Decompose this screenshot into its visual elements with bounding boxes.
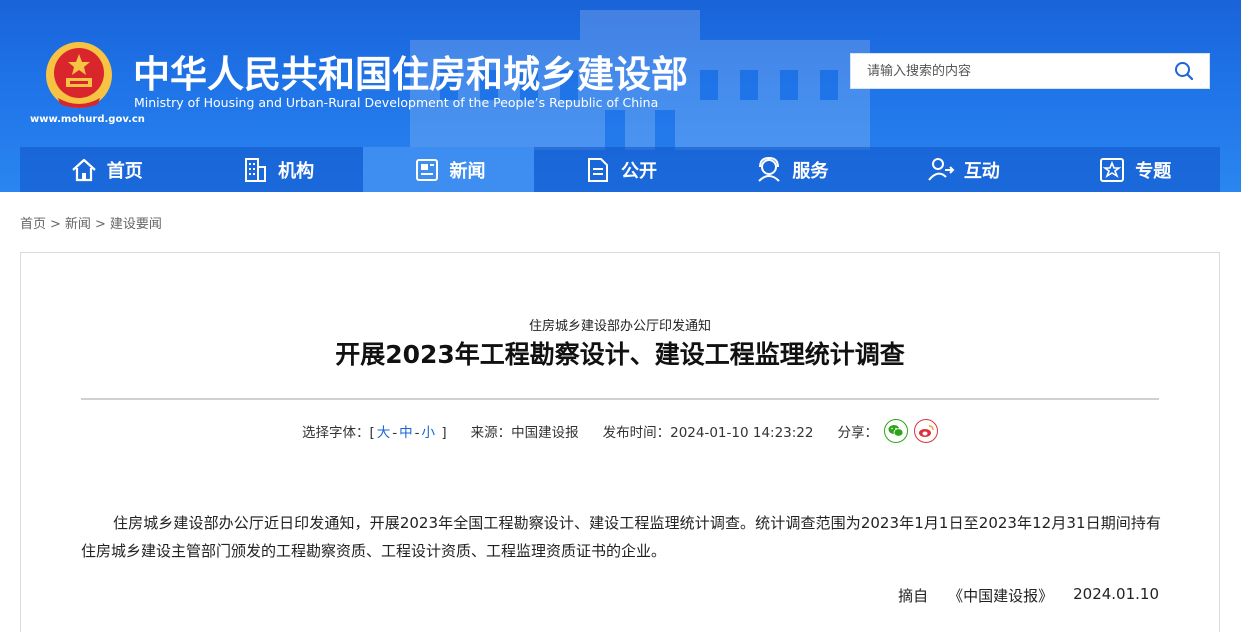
wechat-icon	[888, 425, 904, 437]
search-button[interactable]	[1159, 54, 1209, 88]
site-domain: www.mohurd.gov.cn	[30, 114, 145, 125]
breadcrumb-construction-news[interactable]: 建设要闻	[110, 217, 162, 232]
nav-item-service[interactable]: 服务	[706, 147, 877, 192]
weibo-icon	[919, 425, 934, 437]
document-icon	[587, 157, 608, 182]
font-close: ]	[441, 425, 447, 441]
site-header: www.mohurd.gov.cn 中华人民共和国住房和城乡建设部 Minist…	[0, 0, 1241, 192]
nav-label: 首页	[106, 160, 143, 182]
share-weibo-button[interactable]	[914, 419, 938, 443]
nav-label: 公开	[620, 160, 657, 182]
interact-icon	[928, 157, 955, 181]
nav-label: 服务	[792, 160, 829, 182]
share-label: 分享：	[837, 425, 879, 441]
excerpt-label: 摘自	[898, 587, 929, 605]
breadcrumb-news[interactable]: 新闻	[65, 217, 91, 232]
nav-label: 专题	[1135, 160, 1172, 182]
building-icon	[245, 157, 267, 182]
article-publish-time: 发布时间：2024-01-10 14:23:22	[602, 425, 814, 441]
font-medium-link[interactable]: 中	[399, 425, 413, 441]
nav-item-home[interactable]: 首页	[20, 147, 191, 192]
article-body: 住房城乡建设部办公厅近日印发通知，开展2023年全国工程勘察设计、建设工程监理统…	[81, 514, 1161, 560]
share-wechat-button[interactable]	[884, 419, 908, 443]
breadcrumb-home[interactable]: 首页	[20, 217, 46, 232]
article-source: 来源：中国建设报	[470, 425, 579, 441]
article-subtitle: 住房城乡建设部办公厅印发通知	[528, 319, 711, 334]
service-icon	[758, 156, 781, 182]
national-emblem-icon	[46, 42, 112, 108]
title-divider	[81, 398, 1159, 400]
site-title-cn[interactable]: 中华人民共和国住房和城乡建设部	[133, 44, 688, 98]
breadcrumb: 首页 > 新闻 > 建设要闻	[20, 213, 162, 232]
font-label: 选择字体：[	[302, 425, 375, 441]
font-dash: -	[414, 425, 420, 441]
excerpt-line: 摘自 《中国建设报》 2024.01.10	[898, 585, 1159, 606]
excerpt-date: 2024.01.10	[1073, 585, 1159, 603]
nav-item-open[interactable]: 公开	[534, 147, 705, 192]
nav-label: 互动	[963, 160, 1000, 182]
search-box	[850, 53, 1210, 89]
star-icon	[1100, 157, 1125, 182]
search-icon	[1175, 62, 1194, 81]
excerpt-source: 《中国建设报》	[948, 587, 1054, 605]
home-icon	[71, 158, 96, 181]
nav-item-topics[interactable]: 专题	[1049, 147, 1220, 192]
nav-label: 新闻	[449, 160, 486, 182]
news-icon	[415, 158, 438, 181]
font-large-link[interactable]: 大	[377, 425, 391, 441]
breadcrumb-separator: >	[50, 217, 61, 232]
nav-label: 机构	[278, 160, 315, 182]
site-title-en: Ministry of Housing and Urban-Rural Deve…	[134, 95, 659, 110]
font-dash: -	[392, 425, 398, 441]
main-nav: 首页 机构 新闻 公开 服务 互动 专题	[20, 147, 1220, 192]
font-size-control: 选择字体：[大 - 中 - 小 ]	[302, 421, 447, 441]
nav-item-interact[interactable]: 互动	[877, 147, 1048, 192]
nav-item-news[interactable]: 新闻	[362, 147, 535, 192]
article-title: 开展2023年工程勘察设计、建设工程监理统计调查	[335, 340, 905, 369]
article-panel: 住房城乡建设部办公厅印发通知 开展2023年工程勘察设计、建设工程监理统计调查 …	[20, 252, 1220, 632]
font-small-link[interactable]: 小	[422, 425, 436, 441]
article-meta: 选择字体：[大 - 中 - 小 ] 来源：中国建设报 发布时间：2024-01-10 1…	[21, 419, 1219, 443]
search-input[interactable]	[851, 54, 1161, 88]
nav-item-org[interactable]: 机构	[191, 147, 362, 192]
breadcrumb-separator: >	[94, 217, 106, 232]
